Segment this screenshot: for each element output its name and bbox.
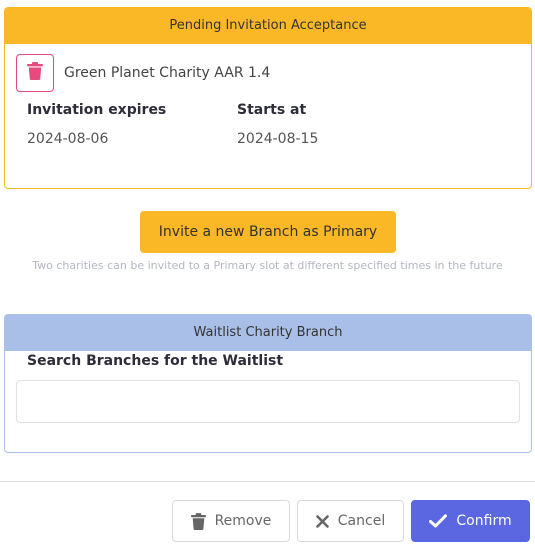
waitlist-card: Waitlist Charity Branch Search Branches … — [4, 314, 532, 453]
invite-primary-branch-button[interactable]: Invite a new Branch as Primary — [140, 211, 396, 253]
pending-invitation-header: Pending Invitation Acceptance — [5, 8, 531, 44]
starts-at-label: Starts at — [237, 102, 307, 118]
confirm-button[interactable]: Confirm — [411, 500, 530, 542]
confirm-button-label: Confirm — [456, 513, 512, 529]
pending-charity-row: Green Planet Charity AAR 1.4 — [16, 54, 270, 92]
search-branches-label: Search Branches for the Waitlist — [27, 353, 284, 369]
remove-button[interactable]: Remove — [172, 500, 290, 542]
check-icon — [429, 514, 448, 528]
invite-hint-text: Two charities can be invited to a Primar… — [32, 259, 503, 272]
pending-invitation-card: Pending Invitation Acceptance Green Plan… — [4, 7, 532, 189]
invitation-expires-field: Invitation expires 2024-08-06 — [27, 102, 166, 147]
cancel-button[interactable]: Cancel — [297, 500, 404, 542]
trash-icon — [27, 62, 43, 84]
trash-icon — [190, 512, 206, 530]
search-branches-input[interactable] — [16, 380, 520, 423]
remove-button-label: Remove — [214, 513, 272, 529]
invitation-expires-label: Invitation expires — [27, 102, 167, 118]
close-icon — [315, 514, 329, 528]
starts-at-value: 2024-08-15 — [237, 131, 319, 147]
waitlist-header: Waitlist Charity Branch — [5, 315, 531, 351]
delete-invitation-button[interactable] — [16, 54, 54, 92]
footer-divider — [0, 481, 535, 482]
invitation-expires-value: 2024-08-06 — [27, 131, 109, 147]
charity-name: Green Planet Charity AAR 1.4 — [64, 65, 271, 81]
cancel-button-label: Cancel — [337, 513, 386, 529]
starts-at-field: Starts at 2024-08-15 — [237, 102, 318, 147]
